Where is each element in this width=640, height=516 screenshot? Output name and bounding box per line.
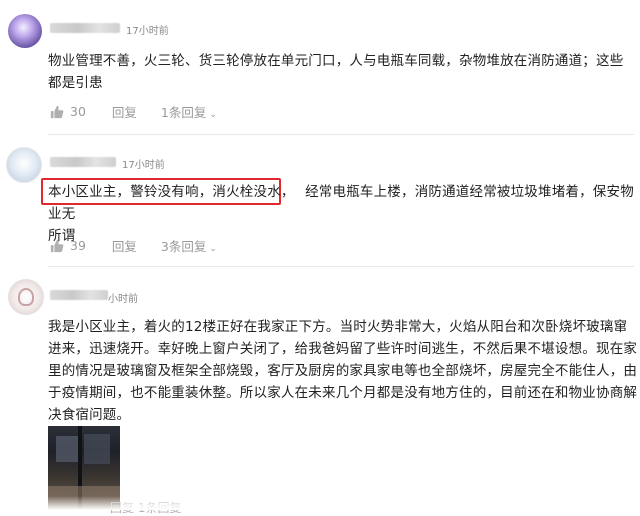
divider [48, 134, 634, 135]
username-blurred[interactable] [50, 23, 120, 33]
comment-time: 小时前 [108, 294, 138, 305]
view-replies-button[interactable]: 3条回复 ⌄ [161, 236, 217, 255]
reply-button[interactable]: 回复 [112, 102, 137, 121]
chevron-down-icon: ⌄ [209, 244, 217, 254]
username-blurred[interactable] [50, 157, 116, 167]
thumbs-up-icon [50, 105, 64, 118]
comment-actions: 39 回复 3条回复 ⌄ [50, 236, 217, 255]
comment-time: 17小时前 [122, 160, 165, 171]
reply-button[interactable]: 回复 [112, 236, 137, 255]
highlighted-text: 本小区业主，警铃没有响，消火栓没水， [48, 184, 295, 200]
divider [48, 266, 634, 267]
avatar[interactable] [6, 147, 42, 183]
view-replies-button[interactable]: 1条回复 ⌄ [161, 102, 217, 121]
comment-actions: 30 回复 1条回复 ⌄ [50, 102, 217, 121]
comment-time: 17小时前 [126, 26, 169, 37]
reply-count: 1条回复 [160, 105, 207, 120]
reply-count: 3条回复 [160, 239, 207, 254]
comment-text: 物业管理不善，火三轮、货三轮停放在单元门口，人与电瓶车同载，杂物堆放在消防通道；… [48, 53, 624, 91]
like-button[interactable]: 30 [50, 104, 112, 119]
username-blurred[interactable] [50, 290, 108, 300]
avatar[interactable] [8, 279, 44, 315]
chevron-down-icon: ⌄ [209, 110, 217, 120]
bottom-fade [0, 496, 640, 510]
like-count: 30 [70, 104, 86, 119]
like-button[interactable]: 39 [50, 238, 112, 253]
thumbs-up-icon [50, 239, 64, 252]
comment-text: 我是小区业主，着火的12楼正好在我家正下方。当时火势非常大，火焰从阳台和次卧烧坏… [48, 319, 638, 423]
avatar[interactable] [8, 14, 42, 48]
like-count: 39 [70, 238, 86, 253]
